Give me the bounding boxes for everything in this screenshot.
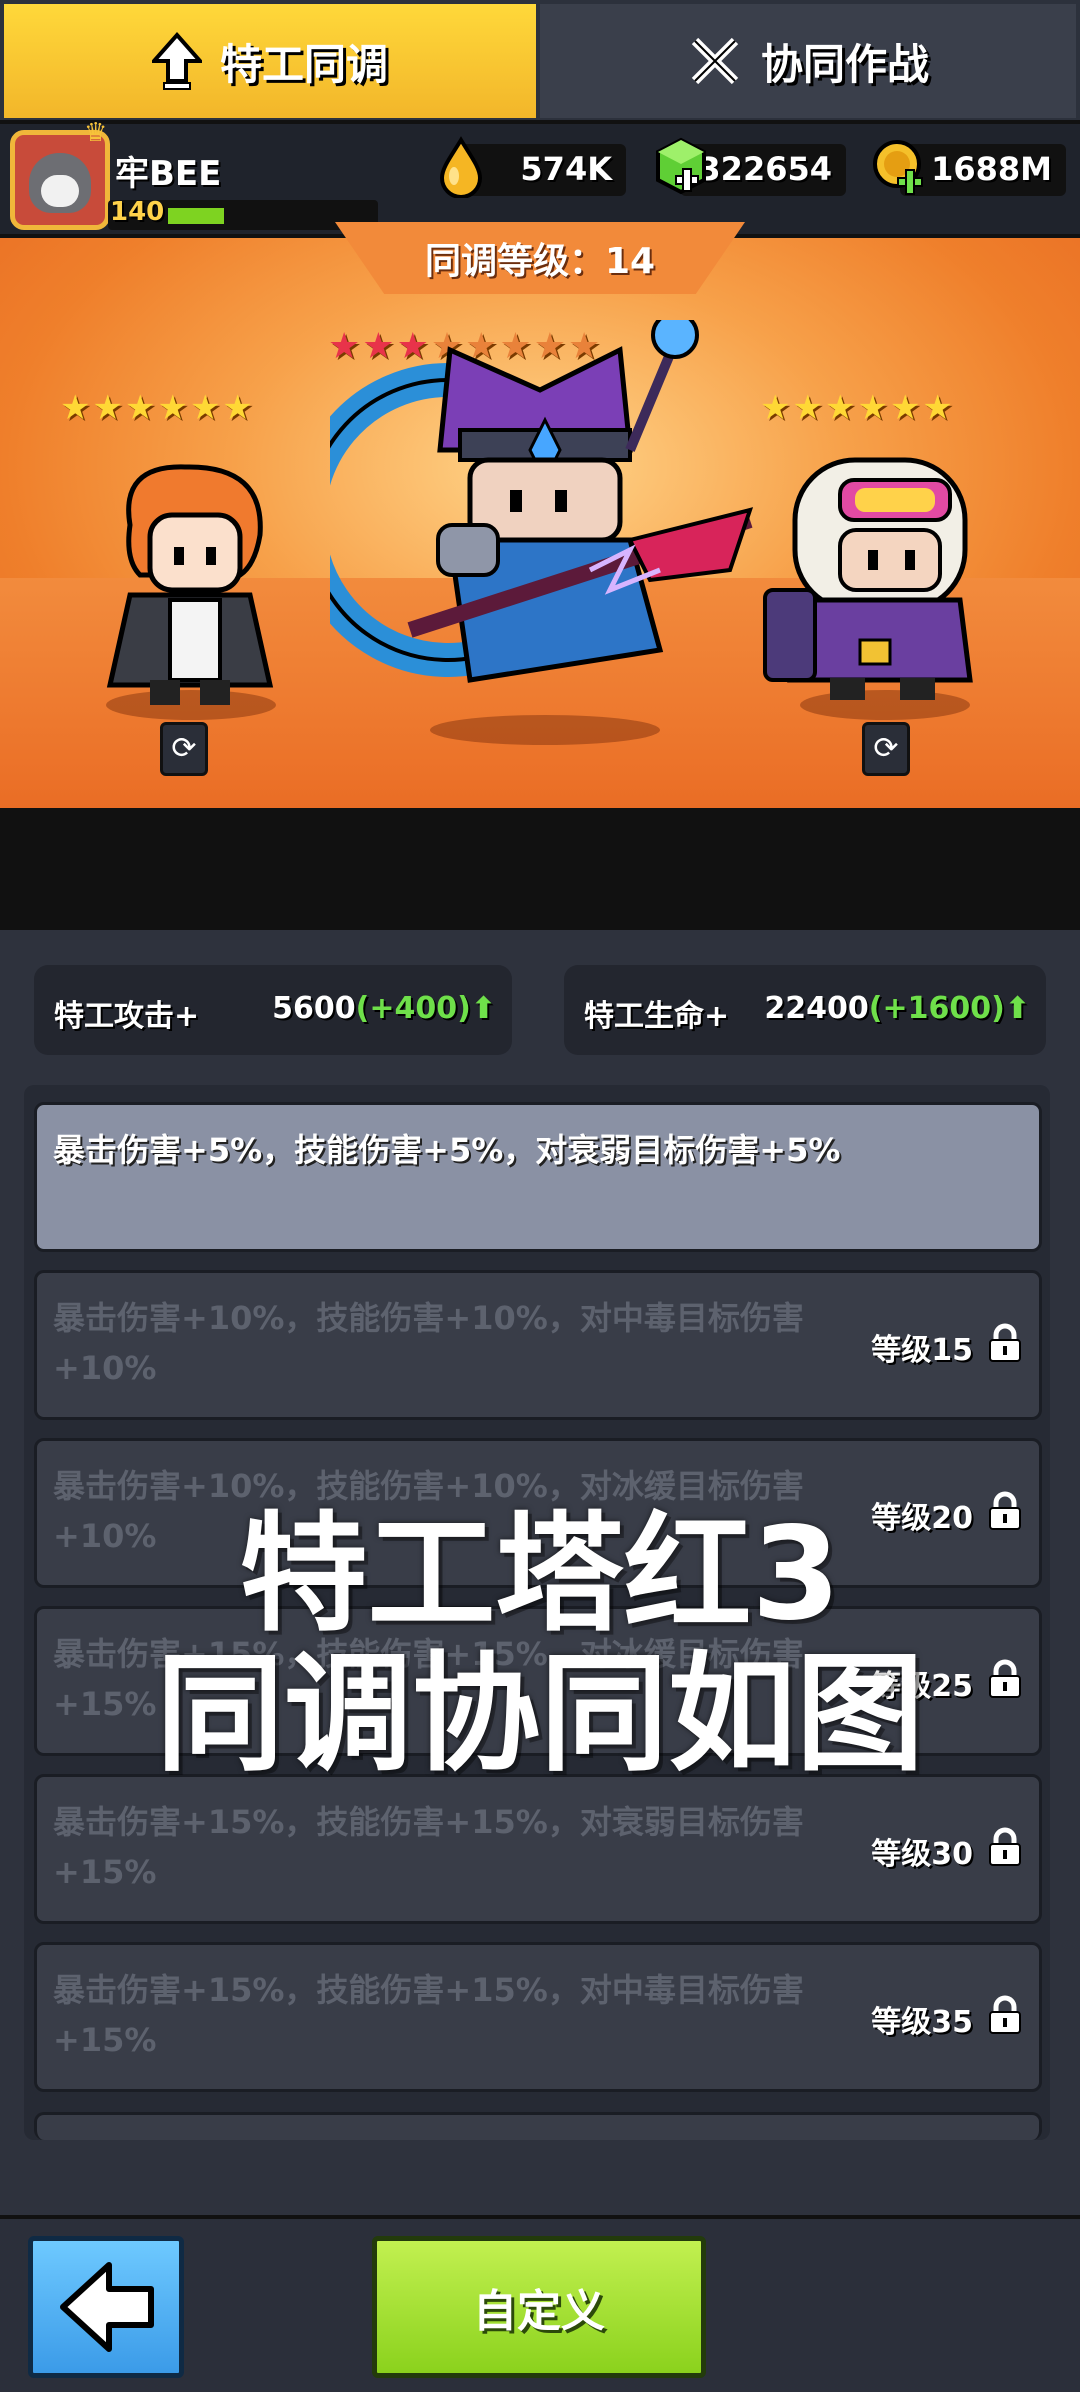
gold-drop-icon — [439, 136, 483, 198]
tab-cooperation[interactable]: 协同作战 — [540, 4, 1076, 118]
left-agent-character[interactable] — [90, 455, 290, 715]
attack-stat: 特工攻击+ 5600(+400)⬆ — [34, 965, 512, 1055]
swap-right-agent-button[interactable]: ⟳ — [862, 722, 910, 776]
up-arrow-icon: ⬆ — [470, 991, 496, 1026]
star-icon: ★ — [189, 388, 223, 428]
customize-button[interactable]: 自定义 — [372, 2236, 706, 2378]
star-icon: ★ — [824, 388, 858, 428]
star-icon: ★ — [222, 388, 255, 428]
tab-bar — [0, 808, 1080, 930]
customize-button-label: 自定义 — [473, 2286, 605, 2337]
gem-value: 322654 — [698, 150, 832, 188]
attack-stat-value: 5600(+400)⬆ — [272, 991, 496, 1026]
star-icon: ★ — [92, 388, 125, 428]
perk-description: 暴击伤害+5%，技能伤害+5%，对衰弱目标伤害+5% — [53, 1131, 841, 1169]
player-level: 140 — [110, 197, 165, 227]
back-button[interactable] — [28, 2236, 184, 2378]
star-icon: ★ — [922, 388, 955, 428]
player-name: 牢BEE — [115, 154, 222, 194]
main-agent-character[interactable] — [330, 320, 770, 720]
tab-agent-sync-label: 特工同调 — [219, 39, 388, 89]
level-progress-fill — [168, 208, 224, 224]
green-gem-plus-icon[interactable] — [650, 136, 712, 198]
perk-description: 暴击伤害+15%，技能伤害+15%，对衰弱目标伤害+15% — [53, 1803, 804, 1891]
swap-icon: ⟳ — [873, 731, 899, 766]
swap-icon: ⟳ — [171, 731, 197, 766]
attack-stat-label: 特工攻击+ — [54, 999, 200, 1034]
perk-item: 暴击伤害+15%，技能伤害+15%，对衰弱目标伤害+15% 等级30 — [34, 1774, 1042, 1924]
lock-icon — [989, 1827, 1021, 1866]
lock-icon — [989, 1323, 1021, 1362]
health-stat-value: 22400(+1600)⬆ — [764, 991, 1030, 1026]
perk-description: 暴击伤害+10%，技能伤害+10%，对中毒目标伤害+10% — [53, 1299, 804, 1387]
perk-unlock-level: 等级35 — [871, 2005, 973, 2040]
perk-description: 暴击伤害+15%，技能伤害+15%，对中毒目标伤害+15% — [53, 1971, 804, 2059]
perk-unlock-level: 等级30 — [871, 1837, 973, 1872]
health-stat: 特工生命+ 22400(+1600)⬆ — [564, 965, 1046, 1055]
up-arrow-icon: ⬆ — [1004, 991, 1030, 1026]
perk-item: 暴击伤害+10%，技能伤害+10%，对中毒目标伤害+10% 等级15 — [34, 1270, 1042, 1420]
gold-value: 574K — [520, 150, 612, 188]
star-icon: ★ — [157, 388, 190, 428]
tab-agent-sync[interactable]: 特工同调 — [4, 4, 536, 118]
attack-stat-bonus: (+400) — [355, 991, 471, 1026]
perk-item-partial — [34, 2112, 1042, 2140]
sync-level-label: 同调等级：14 — [424, 241, 656, 282]
perk-unlock-level: 等级15 — [871, 1333, 973, 1368]
caption-line-2: 同调协同如图 — [155, 1640, 924, 1789]
right-agent-character[interactable] — [760, 440, 1000, 710]
health-stat-label: 特工生命+ — [584, 999, 730, 1034]
perk-item: 暴击伤害+5%，技能伤害+5%，对衰弱目标伤害+5% — [34, 1102, 1042, 1252]
star-icon: ★ — [857, 388, 890, 428]
right-hero-stars: ★★★★★★ — [760, 388, 955, 428]
star-icon: ★ — [889, 388, 923, 428]
star-icon: ★ — [60, 388, 93, 428]
gold-coin-plus-icon[interactable] — [868, 136, 930, 198]
health-stat-bonus: (+1600) — [868, 991, 1005, 1026]
left-hero-stars: ★★★★★★ — [60, 388, 255, 428]
crossed-swords-icon — [691, 37, 739, 85]
crown-icon: ♛ — [84, 118, 108, 148]
star-icon: ★ — [124, 388, 158, 428]
perk-item: 暴击伤害+15%，技能伤害+15%，对中毒目标伤害+15% 等级35 — [34, 1942, 1042, 2092]
back-arrow-icon — [60, 2262, 154, 2352]
tab-cooperation-label: 协同作战 — [760, 39, 929, 89]
coin-value: 1688M — [931, 150, 1052, 188]
star-icon: ★ — [792, 388, 825, 428]
lock-icon — [989, 1995, 1021, 2034]
swap-left-agent-button[interactable]: ⟳ — [160, 722, 208, 776]
up-arrow-icon — [151, 31, 202, 90]
